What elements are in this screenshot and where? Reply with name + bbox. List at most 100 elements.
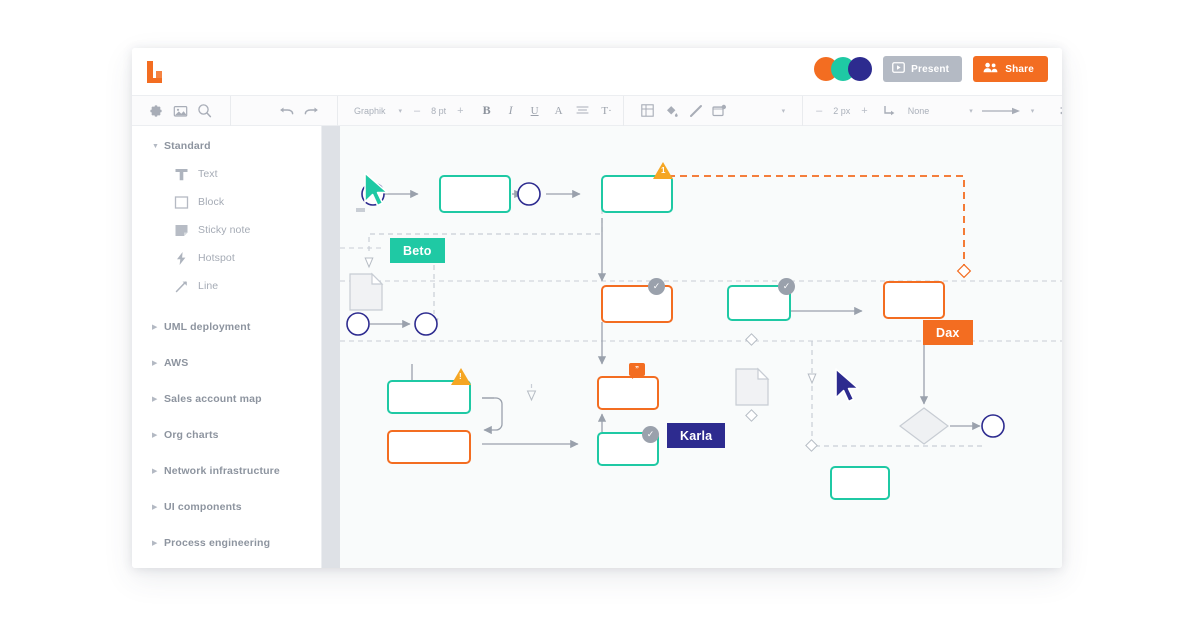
name-tag-karla: Karla [667,423,725,448]
font-size-value[interactable]: 8 pt [425,106,452,116]
font-color-label: A [555,105,563,117]
cursor-karla [834,368,864,411]
sidebar-item-label: Block [198,196,224,208]
diagram-canvas[interactable]: 1 ! ✓ ✓ ✓ ” [322,126,1062,568]
check-badge-2[interactable]: ✓ [778,278,795,295]
font-size-increase-button[interactable]: + [452,105,468,117]
toolbar-group-text: Graphik ▾ – 8 pt + B I U A T· [338,96,624,126]
text-icon [174,165,198,183]
sidebar-group-label: UML deployment [164,321,251,333]
bold-label: B [483,103,491,118]
start-circle-2 [347,313,369,335]
font-size-decrease-button[interactable]: – [409,105,425,117]
line-color-icon[interactable] [684,99,708,123]
process-box-5[interactable] [883,281,945,319]
text-options-icon[interactable]: T· [595,99,619,123]
font-family-select[interactable]: Graphik [348,106,392,116]
table-icon[interactable] [636,99,660,123]
process-box-10[interactable] [830,466,890,500]
sidebar-item-line[interactable]: Line [132,272,321,300]
diagram-connectors [322,126,1062,568]
chevron-right-icon: ▶ [152,360,164,367]
process-box-7[interactable] [387,430,471,464]
share-label: Share [1005,64,1034,75]
flip-arrow-icon[interactable] [1055,99,1062,123]
font-color-icon[interactable]: A [547,99,571,123]
sidebar-item-label: Hotspot [198,252,235,264]
line-weight-value[interactable]: 2 px [827,106,856,116]
junction-circle-1 [518,183,540,205]
share-button[interactable]: Share [973,56,1048,82]
warning-badge-2-mark: ! [459,372,462,381]
undo-icon[interactable] [275,99,299,123]
line-style-chevron-down-icon[interactable]: ▾ [935,107,980,115]
decision-diamond [900,408,948,444]
sidebar-item-block[interactable]: Block [132,188,321,216]
redo-icon[interactable] [299,99,323,123]
sidebar-item-label: Sticky note [198,224,250,236]
process-box-8[interactable] [597,376,659,410]
chevron-right-icon: ▶ [152,540,164,547]
line-style-value[interactable]: None [902,106,936,116]
sidebar-item-hotspot[interactable]: Hotspot [132,244,321,272]
arrow-style-icon[interactable] [980,99,1024,123]
document-2 [736,369,768,405]
sidebar-item-text[interactable]: Text [132,160,321,188]
line-weight-decrease-button[interactable]: – [811,105,827,117]
process-box-2[interactable] [601,175,673,213]
shape-options-chevron-down-icon[interactable]: ▾ [732,107,793,115]
sticky-note-icon [174,221,198,239]
check-badge-3[interactable]: ✓ [642,426,659,443]
image-icon[interactable] [168,99,192,123]
header-actions: Present Share [814,56,1048,82]
document-1 [350,274,382,310]
font-family-chevron-down-icon[interactable]: ▾ [392,107,410,115]
sidebar-group-label: Network infrastructure [164,465,280,477]
sidebar-group-process-engineering[interactable]: ▶ Process engineering [132,525,321,561]
sidebar-group-aws[interactable]: ▶ AWS [132,345,321,381]
check-glyph: ✓ [647,430,655,439]
fill-color-icon[interactable] [660,99,684,123]
sidebar-group-ui-components[interactable]: ▶ UI components [132,489,321,525]
present-label: Present [911,64,949,75]
toolbar-group-line: – 2 px + None ▾ ▾ [803,96,1062,126]
app-header: Present Share [132,48,1062,96]
comment-badge[interactable]: ” [629,363,645,376]
shape-options-icon[interactable] [708,99,732,123]
people-icon [983,62,998,76]
gear-icon[interactable] [144,99,168,123]
check-glyph: ✓ [783,282,791,291]
bold-icon[interactable]: B [475,99,499,123]
underline-icon[interactable]: U [523,99,547,123]
dashed-arrowhead-3 [808,374,816,383]
italic-label: I [509,103,513,118]
process-box-6[interactable] [387,380,471,414]
hotspot-icon [174,249,198,267]
dashed-arrowhead-1 [365,258,373,267]
sidebar-group-standard[interactable]: ▼ Standard [132,132,321,160]
sidebar-item-sticky-note[interactable]: Sticky note [132,216,321,244]
sidebar-group-uml-deployment[interactable]: ▶ UML deployment [132,309,321,345]
lucid-logo[interactable] [145,60,167,84]
sidebar-item-label: Text [198,168,218,180]
process-box-1[interactable] [439,175,511,213]
dashed-endpoint-b [746,410,757,421]
elbow-line-icon[interactable] [878,99,902,123]
present-button[interactable]: Present [883,56,962,82]
arrow-style-chevron-down-icon[interactable]: ▾ [1024,107,1042,115]
chevron-right-icon: ▶ [152,504,164,511]
check-badge-1[interactable]: ✓ [648,278,665,295]
avatar-3[interactable] [848,57,872,81]
dashed-endpoint-a [746,334,757,345]
name-tag-label: Karla [680,429,712,443]
align-icon[interactable] [571,99,595,123]
warning-badge-count: 1 [661,166,665,175]
sidebar-group-org-charts[interactable]: ▶ Org charts [132,417,321,453]
sidebar-group-sales-account-map[interactable]: ▶ Sales account map [132,381,321,417]
sidebar-group-label: Process engineering [164,537,270,549]
line-icon [174,277,198,295]
sidebar-group-network-infrastructure[interactable]: ▶ Network infrastructure [132,453,321,489]
italic-icon[interactable]: I [499,99,523,123]
line-weight-increase-button[interactable]: + [856,105,872,117]
search-icon[interactable] [192,99,216,123]
